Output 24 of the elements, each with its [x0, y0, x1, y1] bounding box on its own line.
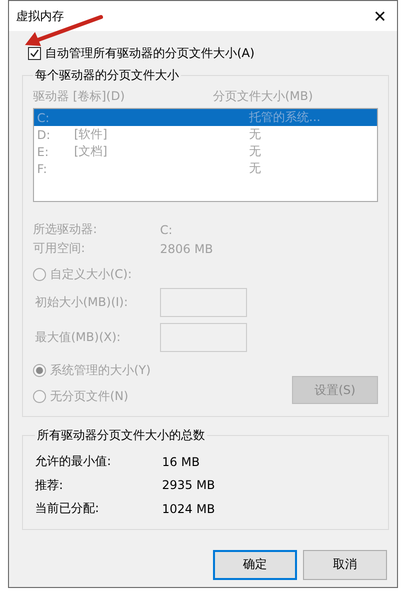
dialog-button[interactable]: 取消 [303, 550, 387, 580]
total-value: 2935 MB [162, 478, 215, 492]
group-title: 所有驱动器分页文件大小的总数 [36, 427, 206, 444]
window-title: 虚拟内存 [16, 8, 64, 24]
info-value: 2806 MB [160, 242, 213, 256]
radio-label: 系统管理的大小(Y) [50, 362, 151, 378]
total-value: 1024 MB [162, 502, 215, 516]
info-value: C: [160, 222, 172, 236]
total-label: 当前已分配: [35, 500, 100, 518]
total-value: 16 MB [162, 454, 200, 469]
group-title: 每个驱动器的分页文件大小 [34, 67, 180, 84]
column-header: 驱动器 [卷标](D) [33, 88, 126, 104]
field-label: 最大值(MB)(X): [35, 329, 122, 346]
checkbox[interactable] [28, 46, 41, 60]
info-label: 可用空间: [33, 240, 86, 257]
dialog-button[interactable]: 确定 [213, 550, 297, 580]
total-label: 允许的最小值: [35, 453, 112, 470]
field-label: 初始大小(MB)(I): [35, 294, 129, 311]
radio-label: 无分页文件(N) [50, 388, 128, 404]
radio-label: 自定义大小(C): [50, 266, 132, 282]
total-label: 推荐: [35, 476, 64, 494]
checkbox-label: 自动管理所有驱动器的分页文件大小(A) [45, 44, 255, 62]
info-label: 所选驱动器: [33, 221, 98, 238]
column-header: 分页文件大小(MB) [213, 88, 313, 104]
